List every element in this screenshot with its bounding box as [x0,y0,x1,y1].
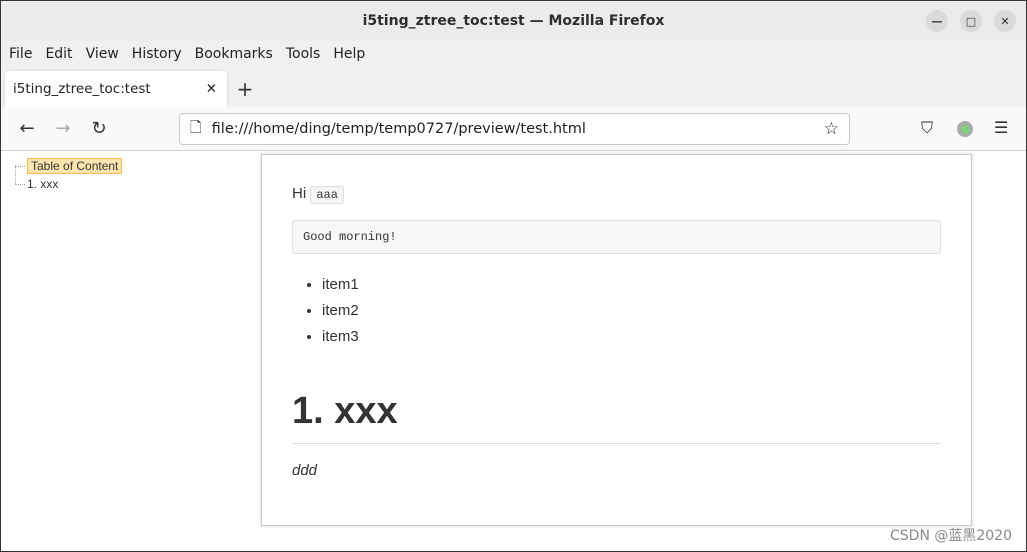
tab-label: i5ting_ztree_toc:test [13,81,151,97]
menu-bar: File Edit View History Bookmarks Tools H… [1,41,1026,67]
heading: 1. xxx [292,390,941,444]
hi-text: Hi [292,185,307,202]
italic-text: ddd [292,462,318,479]
code-block: Good morning! [292,220,941,254]
nav-bar: ← → ↻ 🗋 file:///home/ding/temp/temp0727/… [1,107,1026,151]
window-title: i5ting_ztree_toc:test — Mozilla Firefox [362,13,665,29]
list-item: item2 [322,298,941,324]
menu-help[interactable]: Help [333,46,365,62]
menu-edit[interactable]: Edit [45,46,72,62]
watermark: CSDN @蓝黑2020 [890,528,1012,544]
hi-paragraph: Hi aaa [292,185,941,204]
reload-icon[interactable]: ↻ [81,118,117,139]
menu-view[interactable]: View [86,46,119,62]
close-tab-icon[interactable]: ✕ [206,81,217,97]
close-icon[interactable]: ✕ [994,10,1016,32]
forward-icon[interactable]: → [45,118,81,139]
minimize-icon[interactable]: — [926,10,948,32]
extension-icon[interactable] [957,121,973,137]
toc-tree: Table of Content 1. xxx [15,157,123,193]
toc-title[interactable]: Table of Content [27,158,123,174]
hamburger-menu-icon[interactable]: ☰ [994,118,1008,137]
inline-code: aaa [310,186,344,204]
item-list: item1 item2 item3 [322,272,941,350]
bookmark-star-icon[interactable]: ☆ [824,119,839,139]
url-text: file:///home/ding/temp/temp0727/preview/… [211,121,586,137]
page-content: Table of Content 1. xxx Hi aaa Good morn… [1,152,1026,551]
tab-bar: i5ting_ztree_toc:test ✕ + [1,67,1026,107]
back-icon[interactable]: ← [9,118,45,139]
menu-file[interactable]: File [9,46,32,62]
page-icon: 🗋 [190,119,202,136]
menu-history[interactable]: History [132,46,182,62]
maximize-icon[interactable]: □ [960,10,982,32]
tab-active[interactable]: i5ting_ztree_toc:test ✕ [5,71,227,107]
menu-tools[interactable]: Tools [286,46,321,62]
menu-bookmarks[interactable]: Bookmarks [195,46,273,62]
document: Hi aaa Good morning! item1 item2 item3 1… [261,154,972,526]
url-bar[interactable]: 🗋 file:///home/ding/temp/temp0727/previe… [179,113,850,145]
list-item: item1 [322,272,941,298]
toc-item[interactable]: 1. xxx [27,177,58,191]
new-tab-icon[interactable]: + [227,71,263,107]
list-item: item3 [322,324,941,350]
pocket-icon[interactable]: ⛉ [921,118,933,138]
title-bar: i5ting_ztree_toc:test — Mozilla Firefox … [1,1,1026,41]
